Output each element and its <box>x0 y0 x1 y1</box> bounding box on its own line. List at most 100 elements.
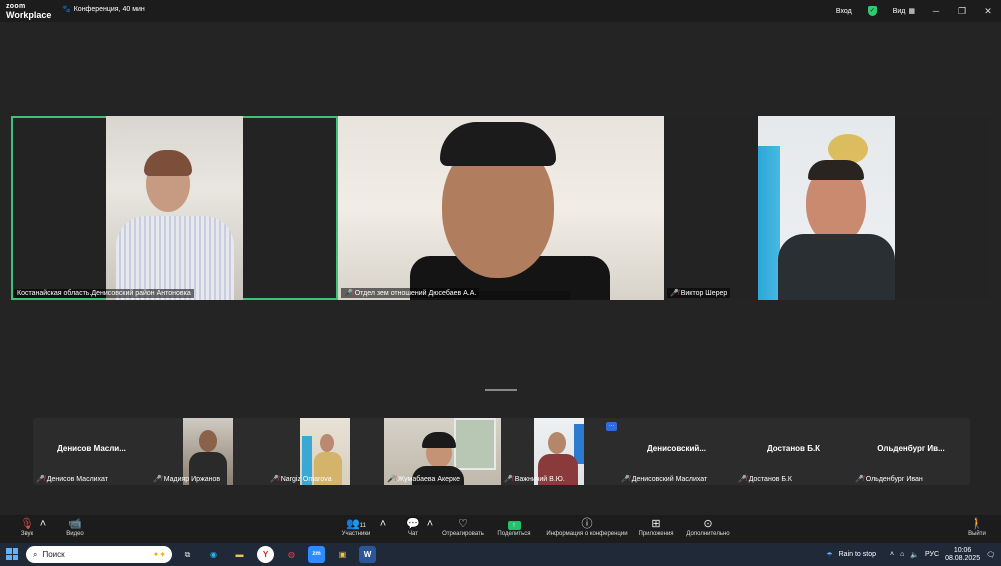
taskbar-search[interactable]: ⌕ Поиск ✦✦ <box>26 546 172 563</box>
yandex-browser-icon[interactable]: Y <box>257 546 274 563</box>
participant-thumb[interactable]: Денисов Масли... 🎤̸ Денисов Маслихат <box>33 418 150 485</box>
participants-count: 11 <box>359 523 366 529</box>
video-button[interactable]: 📹 Видео <box>60 517 90 537</box>
participant-big-name: Денисовский... <box>646 444 706 453</box>
search-icon: ⌕ <box>33 549 38 559</box>
speaker-tile-3[interactable]: 🎤̸ Виктор Шерер <box>664 116 990 300</box>
leave-label: Выйти <box>968 531 986 537</box>
participant-big-name: Ольденбург Ив... <box>877 444 945 453</box>
login-button[interactable]: Вход <box>828 8 860 15</box>
participant-name: Денисов Маслихат <box>46 475 108 483</box>
participant-thumb[interactable]: 🎤̸ Важничий В.Ю. <box>501 418 618 485</box>
participant-thumb[interactable]: ··· Денисовский... 🎤̸ Денисовский Маслиха… <box>606 418 735 485</box>
video-off-icon: 📹 <box>68 518 82 530</box>
edge-browser-icon[interactable]: ◉ <box>205 546 222 563</box>
weather-text[interactable]: Rain to stop <box>839 551 876 558</box>
share-button[interactable]: ↑ Поделиться <box>494 517 534 537</box>
speaker-name: Виктор Шерер <box>680 289 728 297</box>
view-label: Вид <box>892 7 906 15</box>
login-label: Вход <box>835 7 852 15</box>
notification-icon[interactable]: 🗨 <box>986 551 995 559</box>
participants-icon: 👥11 <box>346 518 366 530</box>
zoom-app-icon[interactable]: zm <box>308 546 325 563</box>
speaker-name: Отдел зем отношений Дюсебаев А.А. <box>354 289 477 297</box>
leave-icon: 🚶 <box>970 518 984 530</box>
participant-thumb[interactable]: 🎤̸ Жумабаева Акерке <box>384 418 501 485</box>
speaker-name: Костанайская область.Денисовский район А… <box>17 290 191 297</box>
participant-name: Мадияр Иржанов <box>163 475 221 483</box>
more-options-icon[interactable]: ··· <box>606 422 617 431</box>
speaker-tile-2[interactable]: 🎤̸ Отдел зем отношений Дюсебаев А.А. <box>338 116 664 300</box>
chat-options-caret[interactable]: ˄ <box>425 517 435 531</box>
more-button[interactable]: ⊙ Дополнительно <box>682 517 734 537</box>
conference-info[interactable]: 🐾 Конференция, 40 мин <box>62 5 145 14</box>
mic-muted-icon: 🎤̸ <box>670 290 679 297</box>
clock[interactable]: 10:06 08.08.2025 <box>945 547 980 563</box>
mic-muted-icon: 🎤̸ <box>738 476 747 483</box>
sparkle-icon: ✦✦ <box>152 550 166 559</box>
paw-icon: 🐾 <box>62 6 71 13</box>
mic-muted-icon: 🎤̸ <box>504 476 513 483</box>
audio-options-caret[interactable]: ˄ <box>38 517 48 531</box>
minimize-button[interactable]: ─ <box>923 6 949 16</box>
task-view-icon[interactable]: ⧉ <box>179 546 196 563</box>
mic-muted-icon: 🎤̸ <box>153 476 162 483</box>
mic-muted-icon: 🎤̸ <box>621 476 630 483</box>
speaker-tile-1[interactable]: Костанайская область.Денисовский район А… <box>11 116 338 300</box>
system-tray: ☂ Rain to stop ˄ ⌂ 🔈 РУС 10:06 08.08.202… <box>826 543 1001 566</box>
info-icon: ⓘ <box>581 518 593 530</box>
windows-start-icon[interactable] <box>6 548 18 560</box>
chevron-up-icon[interactable]: ˄ <box>890 551 894 558</box>
react-label: Отреагировать <box>442 531 484 537</box>
video-feed <box>106 116 243 300</box>
chat-button[interactable]: 💬 Чат <box>402 517 424 537</box>
meeting-info-button[interactable]: ⓘ Информация о конференции <box>542 517 632 537</box>
volume-icon[interactable]: 🔈 <box>910 551 919 559</box>
heart-icon: ♡ <box>458 518 468 530</box>
participant-name: Ольденбург Иван <box>865 475 923 483</box>
logo-line2: Workplace <box>6 10 52 20</box>
mic-muted-icon: 🎤̸ <box>344 290 353 297</box>
participants-options-caret[interactable]: ˄ <box>378 517 388 531</box>
audio-label: Звук <box>20 531 34 537</box>
chrome-icon[interactable]: ◍ <box>283 546 300 563</box>
share-screen-icon: ↑ <box>494 517 534 531</box>
participant-thumb[interactable]: Ольденбург Ив... 🎤̸ Ольденбург Иван <box>852 418 970 485</box>
video-feed <box>338 116 664 300</box>
file-explorer-icon[interactable]: ▬ <box>231 546 248 563</box>
more-label: Дополнительно <box>686 531 730 537</box>
participant-thumb[interactable]: 🎤̸ Мадияр Иржанов <box>150 418 267 485</box>
video-feed <box>758 116 895 300</box>
more-icon: ⊙ <box>703 518 713 530</box>
mic-muted-icon: 🎤̸ <box>387 476 396 483</box>
layout-resize-handle[interactable] <box>485 389 517 391</box>
apps-icon: ⊞ <box>651 518 661 530</box>
chevron-up-icon: ˄ <box>379 518 387 530</box>
grid-icon: ▦ <box>908 8 915 15</box>
participant-thumb[interactable]: Достанов Б.К 🎤̸ Достанов Б.К <box>735 418 852 485</box>
speaker-name-label: 🎤̸ Отдел зем отношений Дюсебаев А.А. <box>341 288 480 298</box>
word-icon[interactable]: W <box>359 546 376 563</box>
react-button[interactable]: ♡ Отреагировать <box>438 517 488 537</box>
share-label: Поделиться <box>497 531 531 537</box>
view-button[interactable]: Вид ▦ <box>885 7 923 16</box>
close-button[interactable]: ✕ <box>975 6 1001 17</box>
participant-big-name: Достанов Б.К <box>766 444 821 453</box>
store-icon[interactable]: ▣ <box>334 546 351 563</box>
language-indicator[interactable]: РУС <box>925 551 939 558</box>
title-bar: zoom Workplace 🐾 Конференция, 40 мин Вхо… <box>0 0 1001 22</box>
participant-name: Nargiz Omarova <box>280 475 332 483</box>
info-label: Информация о конференции <box>546 531 628 537</box>
security-shield-icon[interactable]: ✓ <box>860 6 885 16</box>
mic-muted-icon: 🎤̸ <box>36 476 45 483</box>
video-label: Видео <box>66 531 84 537</box>
restore-button[interactable]: ❐ <box>949 6 975 17</box>
participant-strip: Денисов Масли... 🎤̸ Денисов Маслихат 🎤̸ Ма… <box>33 418 970 485</box>
leave-button[interactable]: 🚶 Выйти <box>962 517 992 537</box>
apps-button[interactable]: ⊞ Приложения <box>636 517 676 537</box>
participant-thumb[interactable]: 🎤̸ Nargiz Omarova <box>267 418 384 485</box>
participants-label: Участники <box>341 531 371 537</box>
network-icon[interactable]: ⌂ <box>900 551 904 558</box>
participants-button[interactable]: 👥11 Участники <box>338 517 374 537</box>
audio-button[interactable]: 🎙 Звук <box>14 517 40 537</box>
